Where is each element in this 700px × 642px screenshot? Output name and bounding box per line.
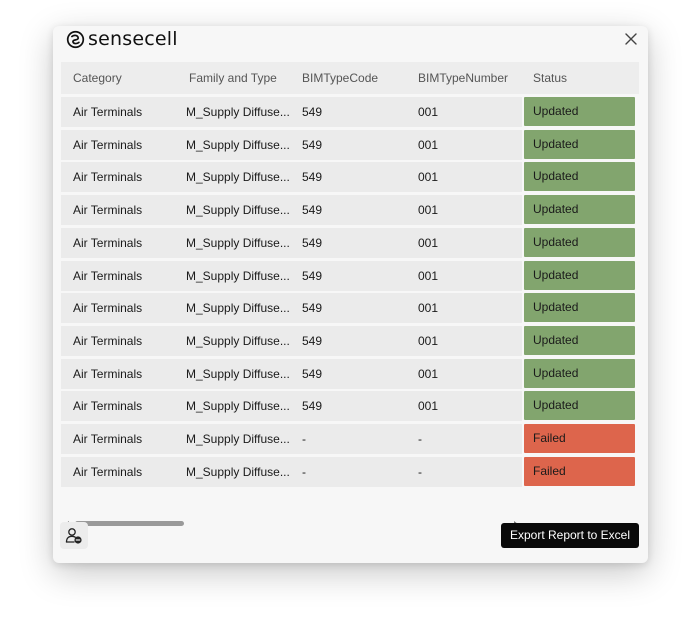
column-header-status[interactable]: Status: [533, 62, 567, 94]
export-report-button[interactable]: Export Report to Excel: [501, 523, 639, 548]
sensecell-logo-icon: [66, 30, 85, 48]
status-badge: Updated: [524, 359, 635, 388]
report-dialog: sensecell Category Family and Type BIMTy…: [53, 26, 648, 563]
status-badge: Updated: [524, 326, 635, 355]
cell-bim-type-number: -: [418, 465, 422, 479]
table-row[interactable]: Air Terminals M_Supply Diffuse... 549 001 Up…: [61, 228, 639, 258]
cell-family-and-type: M_Supply Diffuse...: [186, 236, 290, 250]
cell-bim-type-number: 001: [418, 399, 439, 413]
cell-family-and-type: M_Supply Diffuse...: [186, 105, 290, 119]
table-row[interactable]: Air Terminals M_Supply Diffuse... 549 001 Up…: [61, 326, 639, 356]
cell-bim-type-code: 549: [302, 236, 323, 250]
cell-category: Air Terminals: [73, 105, 143, 119]
title-bar: sensecell: [53, 26, 648, 53]
cell-bim-type-code: 549: [302, 334, 323, 348]
table-row[interactable]: Air Terminals M_Supply Diffuse... 549 001 Up…: [61, 391, 639, 421]
user-settings-icon: [65, 527, 82, 544]
table-row[interactable]: Air Terminals M_Supply Diffuse... 549 001 Up…: [61, 162, 639, 192]
cell-family-and-type: M_Supply Diffuse...: [186, 334, 290, 348]
table-row[interactable]: Air Terminals M_Supply Diffuse... 549 001 Up…: [61, 97, 639, 127]
cell-family-and-type: M_Supply Diffuse...: [186, 203, 290, 217]
cell-bim-type-number: 001: [418, 367, 439, 381]
cell-family-and-type: M_Supply Diffuse...: [186, 432, 290, 446]
status-badge: Updated: [524, 293, 635, 322]
status-badge: Updated: [524, 228, 635, 257]
cell-family-and-type: M_Supply Diffuse...: [186, 465, 290, 479]
cell-family-and-type: M_Supply Diffuse...: [186, 399, 290, 413]
table-row[interactable]: Air Terminals M_Supply Diffuse... 549 001 Up…: [61, 293, 639, 323]
cell-family-and-type: M_Supply Diffuse...: [186, 301, 290, 315]
results-table: Category Family and Type BIMTypeCode BIM…: [61, 62, 639, 526]
user-settings-button[interactable]: [60, 522, 88, 549]
table-row[interactable]: Air Terminals M_Supply Diffuse... - - Failed: [61, 457, 639, 487]
status-badge: Failed: [524, 424, 635, 453]
cell-category: Air Terminals: [73, 465, 143, 479]
cell-category: Air Terminals: [73, 432, 143, 446]
cell-bim-type-code: 549: [302, 203, 323, 217]
horizontal-scrollbar[interactable]: [61, 519, 522, 526]
cell-bim-type-number: 001: [418, 138, 439, 152]
column-header-bim-type-code[interactable]: BIMTypeCode: [302, 62, 378, 94]
table-row[interactable]: Air Terminals M_Supply Diffuse... 549 001 Up…: [61, 195, 639, 225]
cell-category: Air Terminals: [73, 269, 143, 283]
cell-category: Air Terminals: [73, 367, 143, 381]
cell-bim-type-number: 001: [418, 301, 439, 315]
column-header-bim-type-number[interactable]: BIMTypeNumber: [418, 62, 508, 94]
close-icon[interactable]: [624, 32, 638, 46]
cell-category: Air Terminals: [73, 236, 143, 250]
cell-bim-type-code: 549: [302, 170, 323, 184]
cell-family-and-type: M_Supply Diffuse...: [186, 170, 290, 184]
brand-logo: sensecell: [66, 28, 178, 50]
table-row[interactable]: Air Terminals M_Supply Diffuse... 549 001 Up…: [61, 261, 639, 291]
cell-family-and-type: M_Supply Diffuse...: [186, 269, 290, 283]
status-badge: Updated: [524, 162, 635, 191]
status-badge: Updated: [524, 391, 635, 420]
column-header-family-and-type[interactable]: Family and Type: [189, 62, 277, 94]
status-badge: Failed: [524, 457, 635, 486]
column-header-category[interactable]: Category: [73, 62, 122, 94]
status-badge: Updated: [524, 195, 635, 224]
table-row[interactable]: Air Terminals M_Supply Diffuse... - - Failed: [61, 424, 639, 454]
table-row[interactable]: Air Terminals M_Supply Diffuse... 549 001 Up…: [61, 130, 639, 160]
table-header: Category Family and Type BIMTypeCode BIM…: [61, 62, 639, 94]
cell-category: Air Terminals: [73, 301, 143, 315]
cell-bim-type-code: 549: [302, 399, 323, 413]
cell-bim-type-number: 001: [418, 170, 439, 184]
cell-bim-type-code: -: [302, 432, 306, 446]
scrollbar-thumb[interactable]: [75, 521, 184, 526]
status-badge: Updated: [524, 97, 635, 126]
cell-bim-type-code: 549: [302, 301, 323, 315]
status-badge: Updated: [524, 261, 635, 290]
cell-bim-type-code: 549: [302, 105, 323, 119]
cell-category: Air Terminals: [73, 334, 143, 348]
cell-bim-type-code: 549: [302, 367, 323, 381]
cell-bim-type-code: 549: [302, 138, 323, 152]
brand-name: sensecell: [88, 28, 178, 50]
cell-bim-type-number: 001: [418, 203, 439, 217]
cell-category: Air Terminals: [73, 138, 143, 152]
cell-family-and-type: M_Supply Diffuse...: [186, 367, 290, 381]
cell-category: Air Terminals: [73, 170, 143, 184]
cell-bim-type-number: 001: [418, 236, 439, 250]
cell-bim-type-number: 001: [418, 105, 439, 119]
cell-category: Air Terminals: [73, 203, 143, 217]
cell-bim-type-number: 001: [418, 334, 439, 348]
cell-bim-type-code: 549: [302, 269, 323, 283]
table-row[interactable]: Air Terminals M_Supply Diffuse... 549 001 Up…: [61, 359, 639, 389]
cell-bim-type-code: -: [302, 465, 306, 479]
cell-category: Air Terminals: [73, 399, 143, 413]
cell-bim-type-number: -: [418, 432, 422, 446]
cell-family-and-type: M_Supply Diffuse...: [186, 138, 290, 152]
status-badge: Updated: [524, 130, 635, 159]
cell-bim-type-number: 001: [418, 269, 439, 283]
